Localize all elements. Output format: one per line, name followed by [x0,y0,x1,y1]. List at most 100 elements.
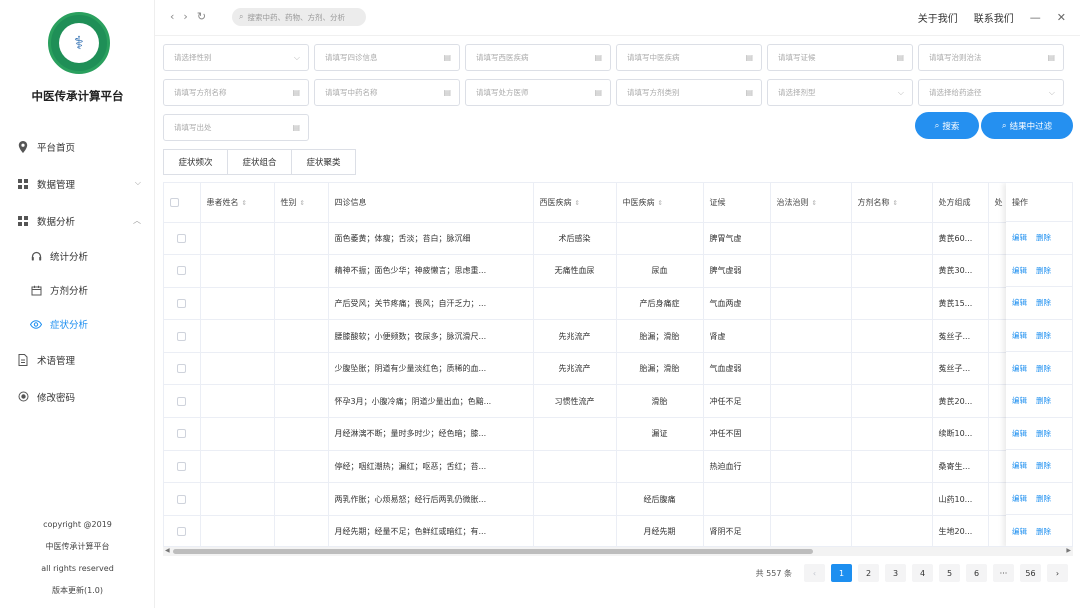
sidebar-item-home[interactable]: 平台首页 [0,128,155,165]
page-button[interactable]: 4 [912,564,933,582]
sidebar-item-change-password[interactable]: 修改密码 [0,378,155,415]
delete-link[interactable]: 删除 [1036,297,1051,308]
table-row[interactable]: 面色萎黄；体瘦；舌淡；苔白；脉沉细 术后感染 脾胃气虚 黄芪60... [164,222,1072,256]
about-us-link[interactable]: 关于我们 [918,10,958,25]
delete-link[interactable]: 删除 [1036,395,1051,406]
sidebar-item-terminology[interactable]: 术语管理 [0,341,155,378]
dosage-form-select[interactable]: 请选择剂型 ⌵ [767,79,913,106]
row-checkbox[interactable] [164,384,201,419]
search-button[interactable]: ⌕ 搜索 [915,112,979,139]
gender-select[interactable]: 请选择性别 ⌵ [163,44,309,71]
edit-link[interactable]: 编辑 [1012,232,1027,243]
table-row[interactable]: 产后受风；关节疼痛；畏风；自汗乏力；... 产后身痛症 气血两虚 黄芪15... [164,287,1072,321]
table-row[interactable]: 月经淋漓不断；量时多时少；经色暗；膝... 漏证 冲任不固 续断10... [164,417,1072,451]
page-button[interactable]: 3 [885,564,906,582]
western-disease-cell [533,287,617,321]
col-prescription-name[interactable]: 方剂名称 ⇕ [851,183,933,223]
edit-link[interactable]: 编辑 [1012,297,1027,308]
sidebar-item-prescription-analysis[interactable]: 方剂分析 [0,273,155,307]
tab-symptom-frequency[interactable]: 症状频次 [163,149,228,175]
page-button[interactable]: 6 [966,564,987,582]
edit-link[interactable]: 编辑 [1012,493,1027,504]
tab-symptom-clustering[interactable]: 症状聚类 [291,149,356,175]
tab-symptom-combination[interactable]: 症状组合 [227,149,292,175]
page-button[interactable]: 1 [831,564,852,582]
four-diagnosis-input[interactable]: 请填写四诊信息 ▤ [314,44,460,71]
page-button[interactable]: 2 [858,564,879,582]
route-select[interactable]: 请选择给药途径 ⌵ [918,79,1064,106]
table-row[interactable]: 腰膝酸软；小便频数；夜尿多；脉沉滑尺... 先兆流产 胎漏；滑胎 肾虚 菟丝子... [164,319,1072,353]
delete-link[interactable]: 删除 [1036,428,1051,439]
delete-link[interactable]: 删除 [1036,460,1051,471]
row-checkbox[interactable] [164,482,201,516]
edit-link[interactable]: 编辑 [1012,460,1027,471]
delete-link[interactable]: 删除 [1036,232,1051,243]
edit-link[interactable]: 编辑 [1012,265,1027,276]
row-checkbox[interactable] [164,254,201,288]
page-button[interactable]: 5 [939,564,960,582]
col-treatment[interactable]: 治法治则 ⇕ [770,183,852,223]
western-disease-input[interactable]: 请填写西医疾病 ▤ [465,44,611,71]
select-all-checkbox[interactable] [164,183,201,223]
delete-link[interactable]: 删除 [1036,330,1051,341]
global-search-input[interactable]: ⌕ 搜索中药、药物、方剂、分析 [232,8,366,26]
scroll-right-icon[interactable]: ▶ [1066,547,1071,554]
horizontal-scrollbar[interactable]: ◀ ▶ [163,547,1073,556]
sidebar-item-data-management[interactable]: 数据管理 ⌵ [0,165,155,202]
eye-icon [30,318,42,330]
syndrome-input[interactable]: 请填写证候 ▤ [767,44,913,71]
filter-results-button[interactable]: ⌕ 结果中过滤 [981,112,1073,139]
prescription-category-input[interactable]: 请填写方剂类别 ▤ [616,79,762,106]
tcm-disease-input[interactable]: 请填写中医疾病 ▤ [616,44,762,71]
table-row[interactable]: 两乳作胀；心烦易怒；经行后两乳仍微胀... 经后腹痛 山药10... [164,482,1072,516]
row-checkbox[interactable] [164,352,201,386]
herb-name-input[interactable]: 请填写中药名称 ▤ [314,79,460,106]
delete-link[interactable]: 删除 [1036,363,1051,374]
col-patient-name[interactable]: 患者姓名 ⇕ [200,183,275,223]
row-checkbox[interactable] [164,287,201,321]
source-input[interactable]: 请填写出处 ▤ [163,114,309,141]
row-checkbox[interactable] [164,319,201,353]
sidebar-item-statistics[interactable]: 统计分析 [0,239,155,273]
prev-page-button[interactable]: ‹ [804,564,825,582]
col-western-disease[interactable]: 西医疾病 ⇕ [533,183,617,223]
table-row[interactable]: 怀孕3月；小腹冷痛；阴道少量出血；色黯... 习惯性流产 滑胎 冲任不足 黄芪20... [164,384,1072,419]
forward-arrow-icon[interactable]: › [183,10,187,23]
sidebar-item-symptom-analysis[interactable]: 症状分析 [0,307,155,341]
next-page-button[interactable]: › [1047,564,1068,582]
col-gender[interactable]: 性别 ⇕ [274,183,329,223]
refresh-icon[interactable]: ↻ [197,10,206,23]
edit-link[interactable]: 编辑 [1012,330,1027,341]
prescription-name-cell [851,319,933,353]
row-checkbox[interactable] [164,450,201,484]
page-button[interactable]: 56 [1020,564,1041,582]
delete-link[interactable]: 删除 [1036,526,1051,537]
edit-link[interactable]: 编辑 [1012,428,1027,439]
table-row[interactable]: 月经先期；经量不足；色鲜红或暗红；有... 月经先期 肾阴不足 生地20... [164,515,1072,546]
col-tcm-disease[interactable]: 中医疾病 ⇕ [616,183,704,223]
minimize-icon[interactable]: — [1030,11,1041,24]
table-row[interactable]: 少腹坠胀；阴道有少量淡红色；质稀的血... 先兆流产 胎漏；滑胎 气血虚弱 菟丝子... [164,352,1072,386]
version-text[interactable]: 版本更新(1.0) [0,580,155,602]
table-row[interactable]: 精神不振；面色少华；神疲懒言；思虑重... 无痛性血尿 尿血 脾气虚弱 黄芪30... [164,254,1072,288]
contact-us-link[interactable]: 联系我们 [974,10,1014,25]
table-row[interactable]: 停经；咽红潮热；漏红；呕恶；舌红；苔... 热迫血行 桑寄生... [164,450,1072,484]
back-arrow-icon[interactable]: ‹ [170,10,174,23]
western-disease-cell: 先兆流产 [533,352,617,386]
close-icon[interactable]: ✕ [1057,11,1066,24]
delete-link[interactable]: 删除 [1036,265,1051,276]
prescription-name-input[interactable]: 请填写方剂名称 ▤ [163,79,309,106]
more-pages-button[interactable]: ··· [993,564,1014,582]
row-checkbox[interactable] [164,515,201,546]
edit-link[interactable]: 编辑 [1012,395,1027,406]
row-checkbox[interactable] [164,222,201,256]
edit-link[interactable]: 编辑 [1012,526,1027,537]
edit-link[interactable]: 编辑 [1012,363,1027,374]
physician-input[interactable]: 请填写处方医师 ▤ [465,79,611,106]
row-checkbox[interactable] [164,417,201,451]
delete-link[interactable]: 删除 [1036,493,1051,504]
treatment-principle-input[interactable]: 请填写治则治法 ▤ [918,44,1064,71]
scroll-left-icon[interactable]: ◀ [165,547,170,554]
scrollbar-thumb[interactable] [173,549,813,554]
sidebar-item-data-analysis[interactable]: 数据分析 ︿ [0,202,155,239]
